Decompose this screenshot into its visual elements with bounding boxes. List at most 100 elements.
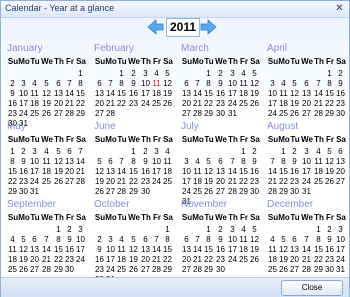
day-cell[interactable]: 25 — [192, 186, 203, 197]
day-cell[interactable]: 29 — [278, 186, 289, 197]
day-cell[interactable]: 27 — [181, 264, 192, 275]
day-cell[interactable]: 24 — [151, 176, 162, 187]
day-cell[interactable]: 28 — [75, 176, 86, 187]
day-cell[interactable]: 24 — [75, 254, 86, 265]
day-cell[interactable]: 29 — [7, 186, 18, 197]
day-cell[interactable]: 24 — [267, 108, 278, 119]
day-cell[interactable]: 26 — [324, 176, 335, 187]
day-cell[interactable]: 30 — [335, 108, 346, 119]
day-cell[interactable]: 23 — [128, 98, 139, 109]
day-cell[interactable]: 26 — [53, 176, 64, 187]
weekday-label: Sa — [250, 57, 260, 66]
day-cell[interactable]: 29 — [128, 186, 139, 197]
weekday-label: We — [128, 135, 140, 144]
day-cell[interactable]: 25 — [41, 176, 52, 187]
day-cell[interactable]: 28 — [151, 264, 162, 275]
day-cell[interactable]: 30 — [215, 108, 226, 119]
day-cell[interactable]: 26 — [203, 186, 214, 197]
day-cell[interactable]: 26 — [128, 264, 139, 275]
day-cell[interactable]: 25 — [151, 98, 162, 109]
weekday-label: Tu — [290, 213, 300, 222]
day-cell[interactable]: 26 — [162, 98, 173, 109]
day-cell[interactable]: 29 — [203, 108, 214, 119]
day-cell[interactable]: 31 — [29, 186, 40, 197]
day-cell[interactable]: 30 — [289, 186, 300, 197]
weekday-label: Sa — [163, 57, 173, 66]
day-cell[interactable]: 29 — [203, 264, 214, 275]
day-cell[interactable]: 27 — [215, 186, 226, 197]
month-name: April — [267, 43, 288, 54]
day-cell[interactable]: 27 — [140, 264, 151, 275]
weekday-label: Sa — [250, 213, 260, 222]
weekday-label: Tu — [204, 135, 214, 144]
day-cell[interactable]: 30 — [140, 186, 151, 197]
day-cell[interactable]: 30 — [215, 264, 226, 275]
weekday-label: We — [128, 57, 140, 66]
day-cell[interactable]: 28 — [313, 108, 324, 119]
day-cell[interactable]: 25 — [278, 108, 289, 119]
day-cell[interactable]: 25 — [238, 98, 249, 109]
day-cell[interactable]: 28 — [116, 186, 127, 197]
day-cell[interactable]: 28 — [267, 186, 278, 197]
day-cell[interactable]: 29 — [53, 264, 64, 275]
day-cell[interactable]: 22 — [116, 98, 127, 109]
day-cell[interactable]: 31 — [301, 186, 312, 197]
day-cell[interactable]: 28 — [301, 264, 312, 275]
day-cell[interactable]: 26 — [249, 254, 260, 265]
month-may: May Su Mo Tu We Th Fr Sa 1 2 3 4 5 6 7 8 9 10 11 12 13 14 15 16… — [7, 121, 87, 197]
day-cell[interactable]: 29 — [313, 264, 324, 275]
window-title: Calendar - Year at a glance — [5, 3, 115, 13]
weekday-label: We — [41, 213, 53, 222]
day-cell[interactable]: 27 — [105, 186, 116, 197]
day-cell[interactable]: 28 — [41, 264, 52, 275]
month-july: July Su Mo Tu We Th Fr Sa 1 2 3 4 5 6 7 8 9 10 11 12 13 14 15 1… — [181, 121, 261, 206]
weekday-label: Sa — [163, 135, 173, 144]
day-cell[interactable]: 24 — [227, 254, 238, 265]
day-cell[interactable]: 28 — [192, 264, 203, 275]
day-cell[interactable]: 24 — [140, 98, 151, 109]
day-cell[interactable]: 28 — [227, 186, 238, 197]
day-cell[interactable]: 27 — [29, 264, 40, 275]
day-cell[interactable]: 29 — [75, 108, 86, 119]
month-name: July — [181, 121, 199, 132]
day-cell[interactable]: 30 — [18, 186, 29, 197]
day-cell[interactable]: 29 — [324, 108, 335, 119]
day-cell[interactable]: 27 — [94, 108, 105, 119]
day-cell[interactable]: 25 — [7, 264, 18, 275]
day-cell[interactable]: 29 — [238, 186, 249, 197]
day-cell[interactable]: 27 — [64, 176, 75, 187]
day-cell[interactable]: 26 — [249, 98, 260, 109]
day-cell[interactable]: 31 — [335, 264, 346, 275]
day-cell[interactable]: 29 — [162, 264, 173, 275]
year-field[interactable]: 2011 — [166, 18, 200, 37]
day-cell[interactable]: 30 — [249, 186, 260, 197]
day-cell[interactable]: 25 — [29, 108, 40, 119]
day-cell[interactable]: 27 — [289, 264, 300, 275]
day-cell[interactable]: 31 — [227, 108, 238, 119]
day-cell[interactable]: 27 — [181, 108, 192, 119]
weekday-label: We — [301, 57, 313, 66]
day-cell[interactable]: 25 — [313, 176, 324, 187]
day-cell[interactable]: 27 — [301, 108, 312, 119]
day-cell[interactable]: 25 — [116, 264, 127, 275]
day-cell[interactable]: 26 — [278, 264, 289, 275]
close-button[interactable]: Close — [281, 280, 343, 296]
day-cell[interactable]: 25 — [162, 176, 173, 187]
day-cell[interactable]: 26 — [289, 108, 300, 119]
right-arrow-icon[interactable] — [200, 19, 217, 35]
day-cell[interactable]: 25 — [238, 254, 249, 265]
left-arrow-icon[interactable] — [147, 19, 164, 35]
day-cell[interactable]: 25 — [267, 264, 278, 275]
day-cell[interactable]: 27 — [335, 176, 346, 187]
day-cell[interactable]: 26 — [94, 186, 105, 197]
day-cell[interactable]: 28 — [64, 108, 75, 119]
day-cell[interactable]: 27 — [53, 108, 64, 119]
day-cell[interactable]: 28 — [192, 108, 203, 119]
close-icon[interactable]: ✕ — [333, 2, 346, 15]
day-cell[interactable]: 26 — [18, 264, 29, 275]
day-cell[interactable]: 30 — [64, 264, 75, 275]
day-cell[interactable]: 30 — [324, 264, 335, 275]
day-cell[interactable]: 28 — [105, 108, 116, 119]
day-cell[interactable]: 26 — [41, 108, 52, 119]
weekday-label: Tu — [290, 135, 300, 144]
